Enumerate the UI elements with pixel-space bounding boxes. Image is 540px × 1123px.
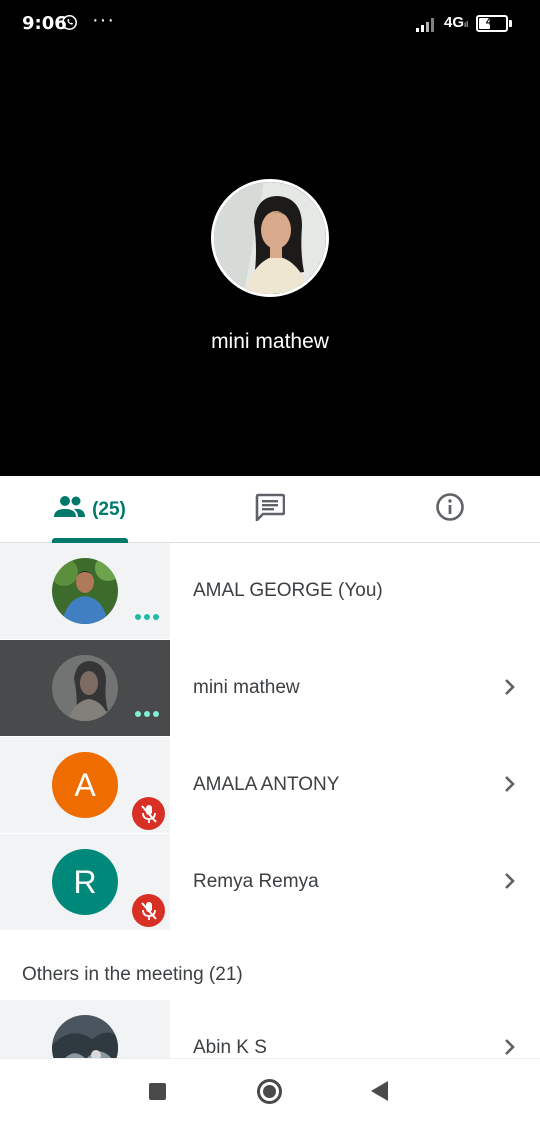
main-stage[interactable]: mini mathew xyxy=(0,46,540,476)
others-section-title: Others in the meeting (21) xyxy=(22,964,243,985)
chat-icon xyxy=(255,493,286,526)
tab-info[interactable] xyxy=(360,476,540,543)
battery-icon: 44 xyxy=(476,15,508,32)
participant-row[interactable]: mini mathew xyxy=(0,640,540,736)
home-button[interactable] xyxy=(257,1079,282,1104)
avatar xyxy=(52,558,118,624)
network-label: 4G xyxy=(444,14,465,31)
tab-bar: (25) xyxy=(0,476,540,543)
participant-row[interactable]: A AMALA ANTONY xyxy=(0,737,540,833)
participant-row[interactable]: R Remya Remya xyxy=(0,834,540,930)
chevron-right-icon[interactable] xyxy=(504,872,516,895)
participant-row[interactable]: Abin K S xyxy=(0,1000,540,1058)
avatar xyxy=(52,1015,118,1058)
mic-off-icon xyxy=(132,894,165,927)
speaking-indicator xyxy=(135,614,159,620)
chevron-right-icon[interactable] xyxy=(504,1038,516,1058)
network-sub: ıl xyxy=(464,20,469,29)
recents-button[interactable] xyxy=(149,1083,166,1100)
participant-row[interactable]: AMAL GEORGE (You) xyxy=(0,543,540,639)
participant-tile xyxy=(0,1000,170,1058)
tab-people[interactable]: (25) xyxy=(0,476,180,543)
participant-tile: R xyxy=(0,834,170,930)
back-button[interactable] xyxy=(371,1081,388,1101)
speaking-indicator xyxy=(135,711,159,717)
network-type: 4Gıl xyxy=(444,14,468,31)
battery-level: 44 xyxy=(485,16,499,28)
participant-tile: A xyxy=(0,737,170,833)
more-notifications-icon: ··· xyxy=(92,9,115,31)
people-icon xyxy=(54,495,86,524)
avatar: A xyxy=(52,752,118,818)
status-bar: 9:06 ··· 4Gıl 44 xyxy=(0,0,540,46)
participant-tile xyxy=(0,640,170,736)
whatsapp-icon xyxy=(61,14,78,36)
participant-name: Remya Remya xyxy=(193,871,319,892)
avatar xyxy=(52,655,118,721)
battery-nub xyxy=(509,20,512,27)
avatar: R xyxy=(52,849,118,915)
participant-name: mini mathew xyxy=(193,677,300,698)
info-icon xyxy=(435,492,465,527)
signal-icon xyxy=(416,16,438,37)
participant-name: AMALA ANTONY xyxy=(193,774,340,795)
participant-name: AMAL GEORGE (You) xyxy=(193,580,383,601)
speaker-avatar xyxy=(211,179,329,297)
speaker-name: mini mathew xyxy=(211,330,329,353)
chevron-right-icon[interactable] xyxy=(504,775,516,798)
participant-count: (25) xyxy=(92,498,126,520)
tab-chat[interactable] xyxy=(180,476,360,543)
participant-name: Abin K S xyxy=(193,1037,267,1058)
participant-tile xyxy=(0,543,170,639)
system-nav-bar xyxy=(0,1058,540,1123)
mic-off-icon xyxy=(132,797,165,830)
chevron-right-icon[interactable] xyxy=(504,678,516,701)
